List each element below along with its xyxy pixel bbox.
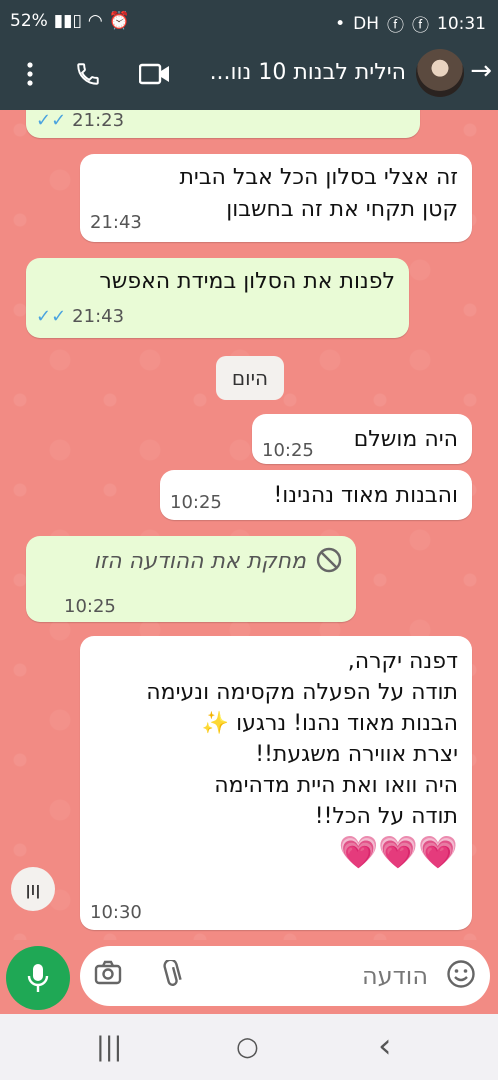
message-time: 21:23 — [72, 110, 125, 131]
message-text-line: זה אצלי בסלון הכל אבל הבית — [179, 165, 458, 190]
message-text: והבנות מאוד נהנינו! — [273, 483, 458, 508]
system-nav-bar: ||| ○ ‹ — [0, 1014, 498, 1080]
chat-header: הילית לבנות 10 נוו... → — [0, 44, 498, 110]
recents-button[interactable]: ||| — [96, 1032, 122, 1062]
attach-icon[interactable] — [160, 958, 182, 994]
clock: 10:31 — [437, 13, 486, 34]
date-divider: היום — [216, 356, 284, 400]
message-incoming[interactable]: דפנה יקרה, תודה על הפעלה מקסימה ונעימה ה… — [80, 636, 472, 930]
double-check-icon: ✓✓ — [36, 110, 67, 131]
chat-title[interactable]: הילית לבנות 10 נוו... — [210, 60, 406, 85]
battery-level: 52% — [10, 11, 48, 31]
blocked-icon — [316, 547, 342, 577]
microphone-button[interactable] — [6, 946, 70, 1010]
hearts-emoji: 💗💗💗 — [338, 833, 458, 871]
facebook-icon: ⓕ — [412, 16, 429, 36]
notification-dot-icon: • — [335, 13, 346, 34]
signal-icon: ▮▮▯ — [53, 11, 82, 31]
message-incoming[interactable]: היה מושלם 10:25 — [252, 414, 472, 464]
message-outgoing[interactable]: ✓✓ 21:23 — [26, 110, 420, 138]
composer: הודעה — [0, 940, 498, 1014]
message-deleted[interactable]: מחקת את ההודעה הזו 10:25 — [26, 536, 356, 622]
emoji-icon[interactable] — [446, 959, 476, 993]
video-call-icon[interactable] — [135, 54, 175, 94]
message-text: לפנות את הסלון במידת האפשר — [99, 269, 395, 294]
message-text-line: תודה על הפעלה מקסימה ונעימה — [146, 680, 458, 705]
message-text-line: תודה על הכל!! — [314, 804, 458, 829]
message-time: 10:25 — [170, 492, 222, 513]
message-outgoing[interactable]: לפנות את הסלון במידת האפשר ✓✓ 21:43 — [26, 258, 409, 338]
message-text: מחקת את ההודעה הזו — [93, 549, 306, 574]
alarm-icon: ⏰ — [108, 11, 130, 31]
avatar[interactable] — [416, 49, 464, 97]
wifi-icon: ◠ — [87, 11, 103, 31]
message-text-line: קטן תקחי את זה בחשבון — [226, 197, 458, 222]
home-button[interactable]: ○ — [236, 1032, 259, 1062]
message-placeholder: הודעה — [361, 962, 428, 990]
more-vert-icon[interactable] — [10, 54, 50, 94]
status-bar: 52% ▮▮▯ ◠ ⏰ • DH ⓕ ⓕ 10:31 — [0, 0, 498, 44]
carrier-label: DH — [353, 13, 379, 34]
facebook-icon: ⓕ — [387, 16, 404, 36]
arrow-right-icon[interactable]: → — [470, 56, 492, 86]
message-text-line: היה וואו ואת היית מדהימה — [214, 773, 458, 798]
phone-icon[interactable] — [68, 54, 108, 94]
message-time: 10:30 — [90, 902, 142, 923]
message-time: 21:43 — [72, 306, 125, 327]
back-button[interactable]: ‹ — [378, 1026, 392, 1066]
message-time: 10:25 — [262, 440, 314, 461]
message-time: 10:25 — [64, 596, 116, 617]
message-text-line: הבנות מאוד נהנו! נרגעו ✨ — [201, 711, 458, 736]
chat-area[interactable]: ✓✓ 21:23 זה אצלי בסלון הכל אבל הבית קטן ת… — [0, 110, 498, 940]
message-incoming[interactable]: והבנות מאוד נהנינו! 10:25 — [160, 470, 472, 520]
scroll-to-bottom-button[interactable]: ןון — [11, 867, 55, 911]
microphone-icon — [27, 964, 49, 992]
message-input[interactable]: הודעה — [80, 946, 490, 1006]
message-text-line: דפנה יקרה, — [347, 649, 458, 674]
message-time: 21:43 — [90, 212, 142, 233]
double-check-icon: ✓✓ — [36, 306, 67, 327]
camera-icon[interactable] — [94, 960, 122, 990]
message-text: היה מושלם — [353, 427, 458, 452]
message-text-line: יצרת אווירה משגעת!! — [255, 742, 458, 767]
message-incoming[interactable]: זה אצלי בסלון הכל אבל הבית קטן תקחי את ז… — [80, 154, 472, 242]
